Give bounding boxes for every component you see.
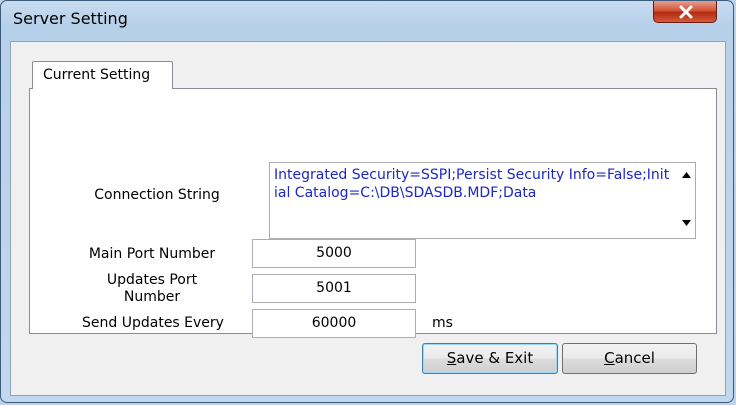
save-exit-mnemonic: S <box>446 349 457 367</box>
main-port-input[interactable]: 5000 <box>252 239 416 268</box>
tab-panel: Connection String Integrated Security=SS… <box>29 88 717 338</box>
memo-scrollbar[interactable] <box>677 163 695 238</box>
connection-string-text: Integrated Security=SSPI;Persist Securit… <box>274 167 670 201</box>
connection-string-field[interactable]: Integrated Security=SSPI;Persist Securit… <box>269 162 696 239</box>
cancel-label: ancel <box>614 349 655 367</box>
send-updates-unit: ms <box>432 315 453 331</box>
save-exit-button[interactable]: Save & Exit <box>422 343 558 374</box>
main-port-label: Main Port Number <box>88 246 216 262</box>
scroll-down-arrow-icon[interactable] <box>682 220 691 226</box>
close-button[interactable] <box>653 1 717 23</box>
close-icon <box>679 5 693 19</box>
window-title: Server Setting <box>13 9 128 28</box>
send-updates-label: Send Updates Every <box>82 315 224 331</box>
updates-port-label: Updates Port Number <box>106 272 198 305</box>
send-updates-input[interactable]: 60000 <box>252 309 416 338</box>
save-exit-label: ave & Exit <box>456 349 534 367</box>
tab-label: Current Setting <box>43 67 151 83</box>
updates-port-input[interactable]: 5001 <box>252 274 416 303</box>
dialog-window: Server Setting Current Setting Connectio… <box>0 0 734 403</box>
connection-string-label: Connection String <box>94 187 220 203</box>
cancel-button[interactable]: Cancel <box>562 343 697 374</box>
scroll-up-arrow-icon[interactable] <box>682 172 691 178</box>
cancel-mnemonic: C <box>604 349 615 367</box>
tab-current-setting[interactable]: Current Setting <box>32 61 173 89</box>
